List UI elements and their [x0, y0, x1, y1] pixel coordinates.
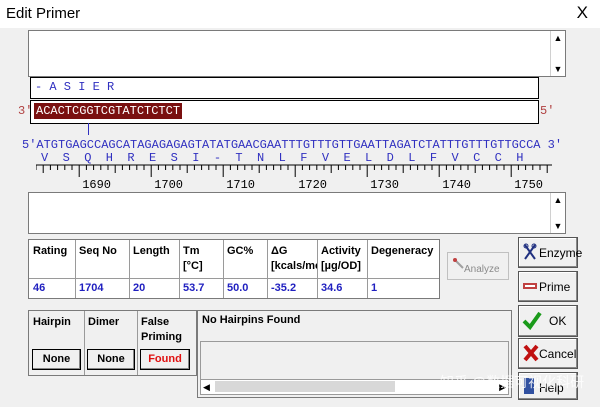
sequence-ruler: 1690 1700 1710 1720 1730 1740 1750	[36, 164, 552, 191]
cancel-button[interactable]: Cancel	[518, 338, 578, 369]
ruler-label: 1740	[442, 178, 471, 191]
notes-scrollbar[interactable]: ▲ ▼	[550, 31, 565, 76]
dimer-cell: Dimer None	[84, 311, 138, 375]
value-length: 20	[133, 282, 146, 294]
header-length: Length	[133, 245, 170, 257]
primer-translation: - A S I E R	[35, 80, 115, 94]
value-tm: 53.7	[183, 282, 205, 294]
false-priming-result-button[interactable]: Found	[140, 349, 190, 370]
header-seq-no: Seq No	[79, 245, 117, 257]
primer-translation-box: - A S I E R	[30, 77, 539, 99]
notes-box[interactable]: ▲ ▼	[28, 30, 566, 77]
header-delta-g: ΔG [kcals/mo	[271, 245, 318, 272]
checkmark-icon	[522, 311, 542, 330]
dimer-result-button[interactable]: None	[87, 349, 135, 370]
analyze-label: Analyze	[464, 264, 500, 275]
column-tm: Tm [°C] 53.7	[179, 240, 224, 298]
analysis-message: No Hairpins Found	[202, 314, 301, 326]
ruler-label: 1700	[154, 178, 183, 191]
column-rating: Rating 46	[29, 240, 76, 298]
column-length: Length 20	[129, 240, 180, 298]
value-rating: 46	[33, 282, 46, 294]
value-activity: 34.6	[321, 282, 343, 294]
hairpin-label: Hairpin	[33, 316, 71, 328]
primer-sequence[interactable]: ACACTCGGTCGTATCTCTCT	[34, 103, 183, 119]
header-gc: GC%	[227, 245, 254, 257]
enzyme-icon	[523, 243, 537, 260]
scroll-up-icon[interactable]: ▲	[551, 193, 565, 207]
column-gc: GC% 50.0	[223, 240, 268, 298]
hairpin-cell: Hairpin None	[29, 311, 85, 375]
ruler-label: 1720	[298, 178, 327, 191]
column-seq-no: Seq No 1704	[75, 240, 130, 298]
hairpin-result-button[interactable]: None	[32, 349, 81, 370]
header-tm: Tm [°C]	[183, 245, 203, 272]
header-activity: Activity [µg/OD]	[321, 245, 361, 272]
ruler-label: 1690	[82, 178, 111, 191]
close-icon[interactable]: X	[577, 3, 588, 23]
primer-properties-table: Rating 46 Seq No 1704 Length 20 Tm [°C] …	[28, 239, 440, 299]
value-gc: 50.0	[227, 282, 249, 294]
window-title: Edit Primer	[6, 5, 81, 22]
structure-checks: Hairpin None Dimer None False Priming Fo…	[28, 310, 197, 376]
value-degeneracy: 1	[371, 282, 378, 294]
analyze-button[interactable]: Analyze	[447, 252, 509, 280]
dimer-label: Dimer	[88, 316, 120, 328]
value-seq-no: 1704	[79, 282, 104, 294]
ok-label: OK	[549, 314, 567, 328]
primer-5-prime-label: 5'	[540, 104, 555, 118]
header-rating: Rating	[33, 245, 68, 257]
primer-position-marker	[88, 123, 89, 135]
prime-icon	[523, 283, 537, 289]
scroll-down-icon[interactable]: ▼	[551, 62, 565, 76]
enzyme-label: Enzyme	[539, 246, 583, 260]
watermark: 知乎 @数据可视化科研	[440, 374, 585, 390]
enzyme-button[interactable]: Enzyme	[518, 237, 582, 268]
details-box[interactable]: ▲ ▼	[28, 192, 566, 234]
scroll-left-icon[interactable]: ◀	[203, 380, 210, 394]
title-bar: Edit Primer X	[0, 0, 600, 28]
edit-primer-window: Edit Primer X ▲ ▼ - A S I E R 3' ACACTCG…	[0, 0, 600, 407]
false-priming-cell: False Priming Found	[137, 311, 195, 375]
scroll-down-icon[interactable]: ▼	[551, 219, 565, 233]
ruler-label: 1730	[370, 178, 399, 191]
ok-button[interactable]: OK	[518, 305, 578, 337]
cancel-label: Cancel	[539, 347, 577, 361]
header-degeneracy: Degeneracy	[371, 245, 434, 257]
column-delta-g: ΔG [kcals/mo -35.2	[267, 240, 318, 298]
prime-button[interactable]: Prime	[518, 271, 578, 302]
primer-sequence-field[interactable]: ACACTCGGTCGTATCTCTCT	[30, 100, 539, 124]
cancel-x-icon	[523, 344, 539, 362]
column-degeneracy: Degeneracy 1	[367, 240, 438, 298]
prime-label: Prime	[539, 280, 571, 294]
scroll-up-icon[interactable]: ▲	[551, 31, 565, 45]
value-delta-g: -35.2	[271, 282, 297, 294]
column-activity: Activity [µg/OD] 34.6	[317, 240, 368, 298]
ruler-label: 1710	[226, 178, 255, 191]
template-sequence: 5'ATGTGAGCCAGCATAGAGAGAGTATATGAACGAATTTG…	[22, 138, 563, 152]
scrollbar-thumb[interactable]	[215, 381, 395, 392]
details-scrollbar[interactable]: ▲ ▼	[550, 193, 565, 233]
ruler-label: 1750	[514, 178, 543, 191]
false-priming-label: False Priming	[141, 316, 182, 343]
